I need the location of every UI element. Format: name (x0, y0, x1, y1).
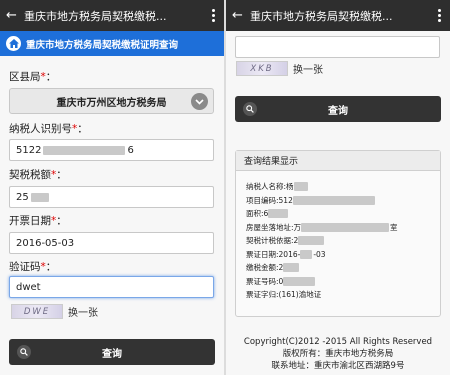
app-bar-title: 重庆市地方税务局契税缴税... (250, 9, 393, 23)
taxpayer-id-prefix: 5122 (16, 144, 42, 156)
result-field: 面积:6 (246, 209, 269, 219)
result-field: 票证日期:2016- (246, 249, 301, 259)
right-screen: ← 重庆市地方税务局契税缴税... XKB 换一张 查询 查询结果显示 纳税人名… (226, 0, 450, 375)
result-field-tail: 室 (390, 222, 398, 232)
result-field: 缴税金额:2 (246, 263, 284, 273)
home-icon[interactable] (6, 36, 21, 51)
result-list: 纳税人名称:杨 项目编码:512 面积:6 房屋坐落地址:万 室 契税计税依据:2… (236, 171, 440, 302)
address-text: 联系地址：重庆市渝北区西湖路9号 (271, 361, 405, 371)
result-row: 面积:6 (246, 207, 440, 221)
tax-amount-label: 契税税额*： (9, 169, 67, 181)
captcha-image[interactable]: DWE (11, 304, 63, 319)
captcha-row: DWE 换一张 (11, 304, 98, 319)
captcha-input[interactable]: dwet (9, 276, 214, 298)
redacted-text (30, 192, 49, 202)
district-select[interactable]: 重庆市万州区地方税务局 (9, 88, 214, 114)
captcha-label: 验证码*： (9, 261, 57, 273)
redacted-text (293, 182, 308, 192)
issue-date-label: 开票日期*： (9, 215, 67, 227)
query-button-label: 查询 (328, 105, 348, 117)
redacted-text (298, 236, 325, 246)
back-arrow-icon[interactable]: ← (232, 8, 248, 23)
redacted-text (283, 263, 300, 273)
owner-text: 版权所有：重庆市地方税务局 (282, 349, 394, 359)
result-row: 纳税人名称:杨 (246, 180, 440, 194)
search-icon (17, 345, 31, 359)
more-vertical-icon[interactable] (208, 9, 218, 22)
result-field: 房屋坐落地址:万 (246, 222, 302, 232)
taxpayer-id-label: 纳税人识别号*： (9, 123, 88, 135)
result-field: 票证字归:(161)渝地证 (246, 290, 322, 300)
search-icon (243, 102, 257, 116)
result-row: 契税计税依据:2 (246, 234, 440, 248)
chevron-down-icon (191, 93, 208, 110)
result-title: 查询结果显示 (236, 151, 440, 171)
result-field: 项目编码:512 (246, 195, 293, 205)
result-row: 票证日期:2016- -03 (246, 248, 440, 262)
tax-amount-value: 25 (16, 191, 29, 203)
page-title: 重庆市地方税务局契税缴税证明查询 (26, 39, 179, 51)
refresh-captcha-link[interactable]: 换一张 (293, 61, 323, 76)
more-vertical-icon[interactable] (434, 9, 444, 22)
result-field-tail: -03 (313, 249, 326, 259)
result-row: 项目编码:512 (246, 194, 440, 208)
captcha-row: XKB 换一张 (236, 61, 323, 76)
redacted-text (301, 222, 390, 232)
redacted-text (268, 209, 289, 219)
page-headline: 重庆市地方税务局契税缴税证明查询 (0, 31, 224, 56)
taxpayer-id-input[interactable]: 5122 6 (9, 139, 214, 161)
refresh-captcha-link[interactable]: 换一张 (68, 304, 98, 319)
result-row: 票证字归:(161)渝地证 (246, 288, 440, 302)
left-screen: ← 重庆市地方税务局契税缴税... 重庆市地方税务局契税缴税证明查询 区县局*：… (0, 0, 224, 375)
result-field: 纳税人名称:杨 (246, 182, 294, 192)
taxpayer-id-suffix: 6 (127, 144, 134, 156)
app-bar: ← 重庆市地方税务局契税缴税... (226, 0, 450, 31)
result-row: 票证号码:0 (246, 275, 440, 289)
result-field: 契税计税依据:2 (246, 236, 299, 246)
back-arrow-icon[interactable]: ← (6, 8, 22, 23)
issue-date-value: 2016-05-03 (16, 237, 75, 249)
query-button[interactable]: 查询 (235, 96, 441, 122)
app-bar: ← 重庆市地方税务局契税缴税... (0, 0, 224, 31)
result-field: 票证号码:0 (246, 276, 284, 286)
query-button[interactable]: 查询 (9, 339, 215, 365)
captcha-image[interactable]: XKB (236, 61, 288, 76)
captcha-value: dwet (16, 281, 41, 293)
result-row: 缴税金额:2 (246, 261, 440, 275)
app-bar-title: 重庆市地方税务局契税缴税... (24, 9, 167, 23)
captcha-input[interactable] (235, 36, 440, 58)
redacted-text (300, 249, 313, 259)
result-row: 房屋坐落地址:万 室 (246, 221, 440, 235)
district-label: 区县局*： (9, 71, 57, 83)
redacted-text (283, 276, 316, 286)
district-select-value: 重庆市万州区地方税务局 (56, 97, 167, 109)
tax-amount-input[interactable]: 25 (9, 186, 214, 208)
redacted-text (43, 145, 126, 155)
copyright-text: Copyright(C)2012 -2015 All Rights Reserv… (243, 337, 433, 347)
issue-date-input[interactable]: 2016-05-03 (9, 232, 214, 254)
result-panel: 查询结果显示 纳税人名称:杨 项目编码:512 面积:6 房屋坐落地址:万 室 契… (235, 150, 441, 317)
redacted-text (292, 195, 375, 205)
footer: Copyright(C)2012 -2015 All Rights Reserv… (226, 336, 450, 372)
query-button-label: 查询 (102, 348, 122, 360)
